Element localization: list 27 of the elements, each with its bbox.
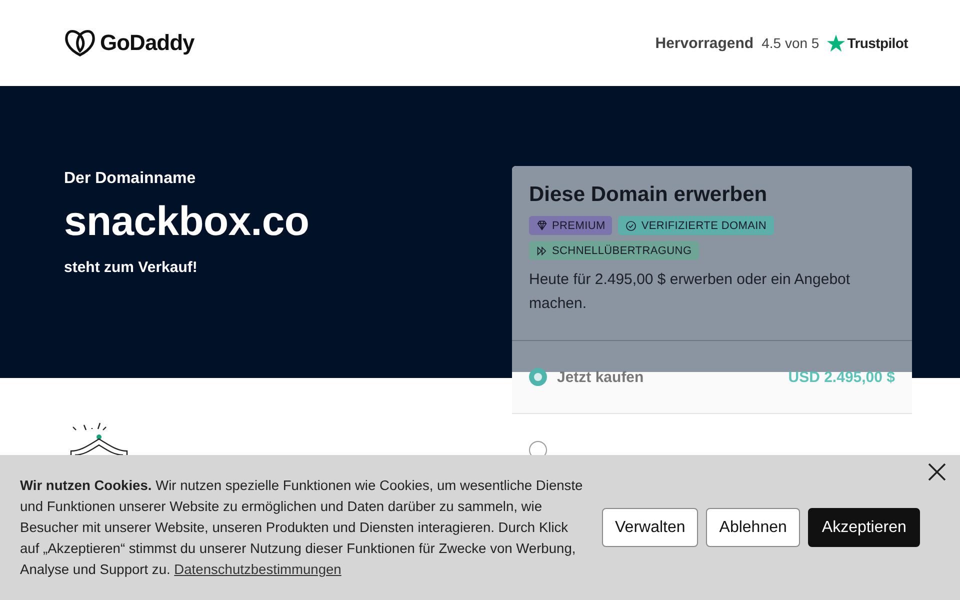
- subtitle-text: steht zum Verkauf!: [64, 259, 198, 276]
- rating-label: Hervorragend: [655, 34, 754, 52]
- verified-badge: VERIFIZIERTE DOMAIN: [618, 216, 774, 235]
- card-description: Heute für 2.495,00 $ erwerben oder ein Angebot machen.: [529, 270, 852, 314]
- domain-name: snackbox.co: [64, 198, 310, 245]
- logo-icon: [64, 29, 96, 57]
- fast-forward-icon: [536, 244, 548, 256]
- radio-button[interactable]: [529, 368, 547, 386]
- eyebrow-text: Der Domainname: [64, 170, 197, 188]
- shield-icon: [70, 421, 128, 455]
- rating-score: 4.5 von 5: [762, 35, 820, 51]
- accept-button[interactable]: Akzeptieren: [808, 508, 920, 547]
- star-icon: [827, 34, 846, 52]
- cookie-notice: Wir nutzen Cookies. Wir nutzen spezielle Funktionen wie Cookies, um wesentliche Dienste und Funktionen unserer Website zu ermöglichen und Daten darüber zu sammeln, wie Besucher mit unserer Website, unseren Produkten und Diensten interagieren. Durch Klick auf „Akzeptieren“ stimmst du unserer Nutzung dieser Funktionen für Zwecke von Werbung, Analyse und Support zu. Datenschutzbestimmungen: [20, 477, 584, 579]
- trustpilot-name: Trustpilot: [847, 35, 908, 51]
- option-price: USD 2.495,00 $: [788, 368, 895, 386]
- cookie-button[interactable]: Ablehnen: [706, 508, 800, 547]
- close-icon[interactable]: [928, 463, 946, 481]
- premium-badge: PREMIUM: [529, 216, 612, 235]
- cookie-button[interactable]: Verwalten: [602, 508, 698, 547]
- privacy-link[interactable]: Datenschutzbestimmungen: [174, 562, 342, 577]
- card-title: Diese Domain erwerben: [529, 183, 768, 207]
- diamond-icon: [536, 220, 548, 232]
- option-label: Jetzt kaufen: [557, 368, 645, 386]
- check-circle-icon: [625, 220, 638, 232]
- fast-badge: SCHNELLÜBERTRAGUNG: [529, 241, 699, 260]
- brand-name: GoDaddy: [100, 30, 194, 56]
